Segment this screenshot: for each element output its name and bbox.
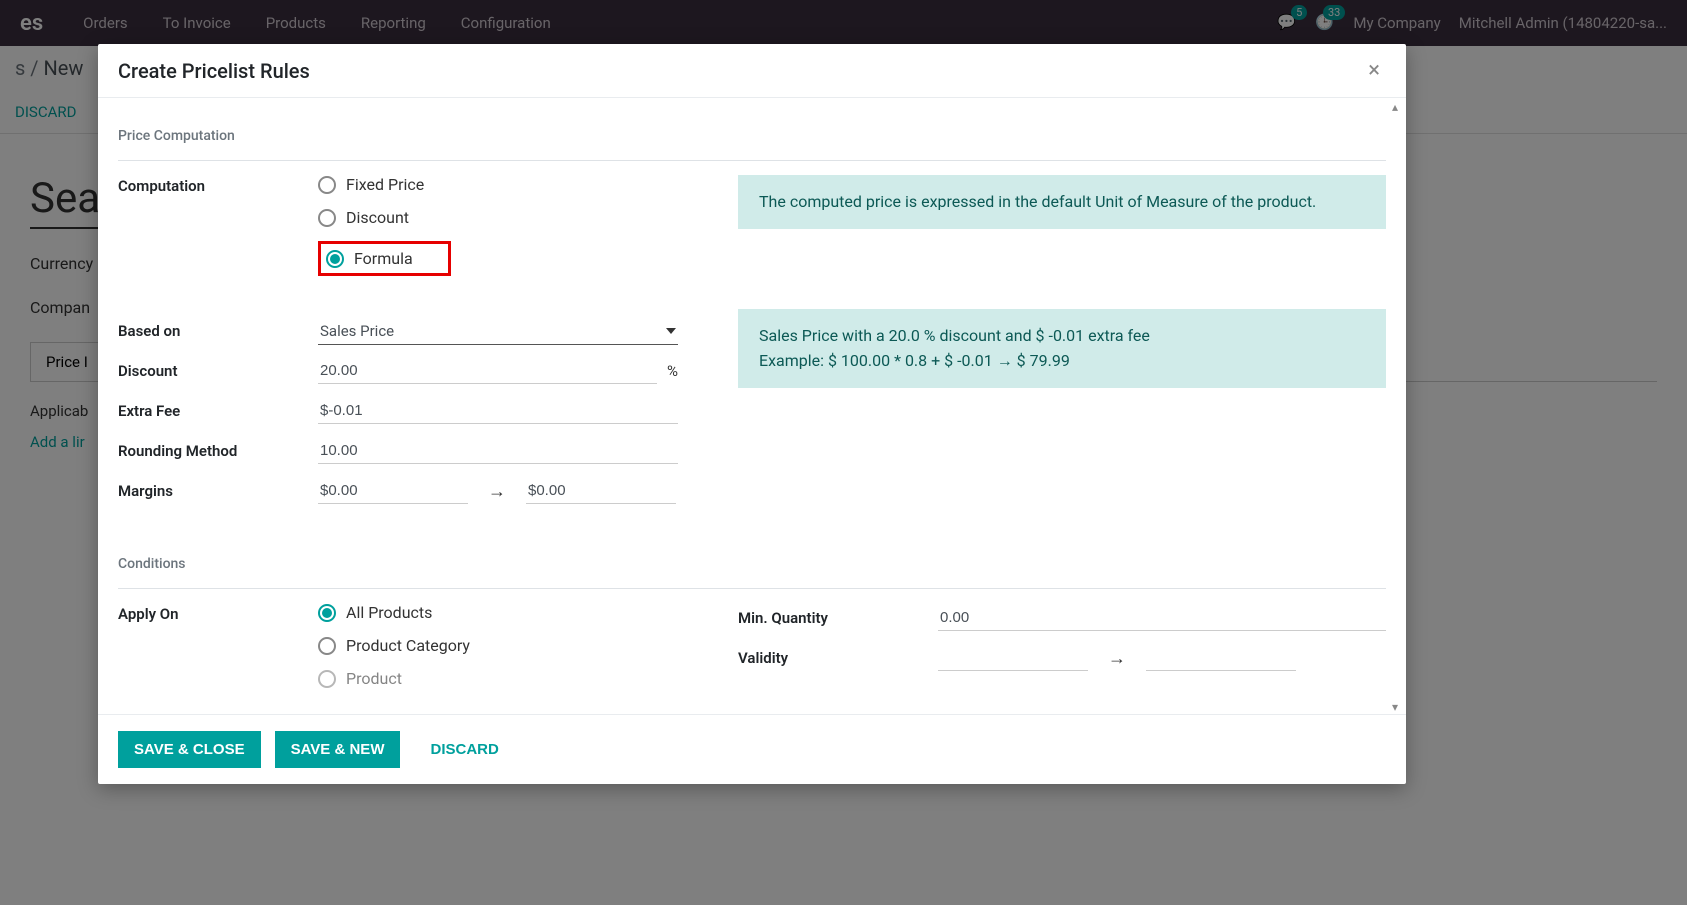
radio-discount[interactable]: Discount <box>318 208 451 227</box>
margin-min-input[interactable] <box>318 478 468 504</box>
modal-body: ▴ Price Computation Computation Fixed Pr… <box>98 98 1406 714</box>
section-conditions: Conditions <box>118 556 1386 578</box>
apply-on-label: Apply On <box>118 603 318 623</box>
arrow-right-icon: → <box>1108 648 1126 669</box>
margins-label: Margins <box>118 482 318 500</box>
discount-label: Discount <box>118 362 318 380</box>
percent-suffix: % <box>667 362 678 380</box>
scroll-down-icon[interactable]: ▾ <box>1392 700 1404 712</box>
modal-footer: SAVE & CLOSE SAVE & NEW DISCARD <box>98 714 1406 784</box>
save-and-new-button[interactable]: SAVE & NEW <box>275 731 401 768</box>
caret-down-icon <box>666 328 676 334</box>
radio-fixed-price[interactable]: Fixed Price <box>318 175 451 194</box>
rounding-method-input[interactable] <box>318 438 678 464</box>
discount-input[interactable] <box>318 358 657 384</box>
computation-label: Computation <box>118 175 318 195</box>
radio-circle-icon <box>318 209 336 227</box>
radio-product[interactable]: Product <box>318 669 470 688</box>
extra-fee-input[interactable] <box>318 398 678 424</box>
apply-on-radio-group: All Products Product Category Product <box>318 603 470 688</box>
radio-formula[interactable]: Formula <box>326 249 413 268</box>
min-quantity-label: Min. Quantity <box>738 609 938 627</box>
modal-header: Create Pricelist Rules × <box>98 44 1406 98</box>
section-divider <box>118 160 1386 161</box>
validity-from-input[interactable] <box>938 645 1088 671</box>
save-and-close-button[interactable]: SAVE & CLOSE <box>118 731 261 768</box>
extra-fee-label: Extra Fee <box>118 402 318 420</box>
rounding-method-label: Rounding Method <box>118 442 318 460</box>
radio-circle-icon <box>318 670 336 688</box>
computation-radio-group: Fixed Price Discount Formula <box>318 175 451 276</box>
formula-highlight: Formula <box>318 241 451 276</box>
close-icon[interactable]: × <box>1362 58 1386 83</box>
radio-circle-icon <box>318 604 336 622</box>
radio-circle-icon <box>318 637 336 655</box>
create-pricelist-rules-modal: Create Pricelist Rules × ▴ Price Computa… <box>98 44 1406 784</box>
section-price-computation: Price Computation <box>118 128 1386 150</box>
scroll-up-icon[interactable]: ▴ <box>1392 100 1404 112</box>
info-uom: The computed price is expressed in the d… <box>738 175 1386 229</box>
based-on-label: Based on <box>118 322 318 340</box>
margin-max-input[interactable] <box>526 478 676 504</box>
radio-circle-icon <box>326 250 344 268</box>
based-on-select[interactable]: Sales Price <box>318 318 678 345</box>
arrow-right-icon: → <box>488 481 506 502</box>
modal-title: Create Pricelist Rules <box>118 59 310 83</box>
validity-label: Validity <box>738 649 938 667</box>
section-divider <box>118 588 1386 589</box>
radio-product-category[interactable]: Product Category <box>318 636 470 655</box>
discard-button[interactable]: DISCARD <box>414 731 514 768</box>
info-example: Sales Price with a 20.0 % discount and $… <box>738 309 1386 388</box>
radio-circle-icon <box>318 176 336 194</box>
min-quantity-input[interactable] <box>938 605 1386 631</box>
validity-to-input[interactable] <box>1146 645 1296 671</box>
radio-all-products[interactable]: All Products <box>318 603 470 622</box>
